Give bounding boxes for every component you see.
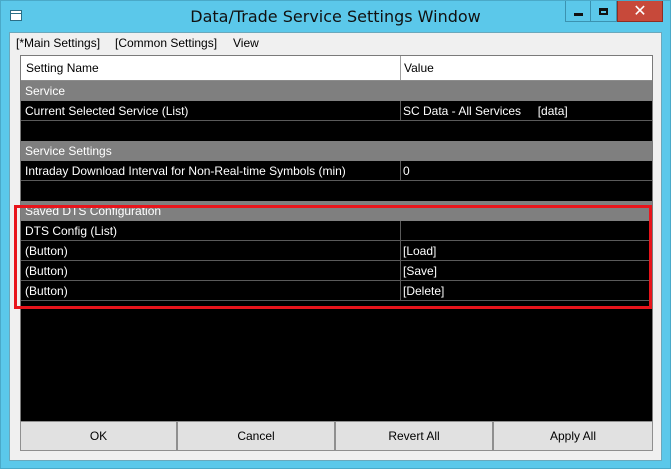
minimize-icon [573,12,583,16]
setting-name: (Button) [25,244,68,258]
section-header-row: Service Settings [21,141,652,161]
apply-all-button[interactable]: Apply All [493,421,653,451]
close-button[interactable]: ✕ [617,1,663,22]
section-header-row: Saved DTS Configuration [21,201,652,221]
setting-value[interactable]: [Save] [403,264,437,278]
spacer-row [21,121,652,141]
setting-value[interactable]: [Delete] [403,284,444,298]
setting-name: DTS Config (List) [25,224,118,238]
minimize-button[interactable] [565,1,591,22]
maximize-button[interactable] [591,1,617,22]
cancel-button[interactable]: Cancel [177,421,335,451]
cell-divider [400,241,401,261]
column-divider[interactable] [400,56,401,80]
setting-value[interactable]: 0 [403,164,410,178]
cell-divider [400,161,401,181]
menu-main-settings[interactable]: [*Main Settings] [16,36,100,50]
setting-row[interactable]: DTS Config (List) [21,221,652,241]
setting-row[interactable]: Current Selected Service (List) SC Data -… [21,101,652,121]
grid-header: Setting Name Value [21,56,652,81]
maximize-icon [599,7,608,15]
revert-all-button[interactable]: Revert All [335,421,493,451]
menu-common-settings[interactable]: [Common Settings] [115,36,217,50]
ok-button[interactable]: OK [20,421,177,451]
cell-divider [400,221,401,241]
setting-row[interactable]: Intraday Download Interval for Non-Real-… [21,161,652,181]
window-client-area: [*Main Settings] [Common Settings] View … [9,32,662,461]
section-title: Saved DTS Configuration [25,204,162,218]
setting-row[interactable]: (Button) [Load] [21,241,652,261]
cell-divider [400,261,401,281]
setting-value[interactable]: SC Data - All Services [data] [403,104,568,118]
setting-value[interactable]: [Load] [403,244,436,258]
menu-view[interactable]: View [233,36,259,50]
title-bar[interactable]: Data/Trade Service Settings Window ✕ [1,1,670,33]
setting-name: (Button) [25,284,68,298]
column-header-value[interactable]: Value [404,61,434,75]
cell-divider [400,101,401,121]
column-header-setting-name[interactable]: Setting Name [26,61,99,75]
setting-name: Intraday Download Interval for Non-Real-… [25,164,346,178]
close-icon: ✕ [633,1,647,20]
section-title: Service Settings [25,144,112,158]
spacer-row [21,181,652,201]
setting-row[interactable]: (Button) [Save] [21,261,652,281]
section-title: Service [25,84,66,98]
setting-row[interactable]: (Button) [Delete] [21,281,652,301]
setting-name: (Button) [25,264,68,278]
settings-grid[interactable]: Setting Name Value Service Current Select… [20,55,653,447]
menu-bar: [*Main Settings] [Common Settings] View [10,33,661,53]
cell-divider [400,281,401,301]
settings-window: Data/Trade Service Settings Window ✕ [*M… [0,0,671,469]
section-header-row: Service [21,81,652,101]
setting-name: Current Selected Service (List) [25,104,189,118]
